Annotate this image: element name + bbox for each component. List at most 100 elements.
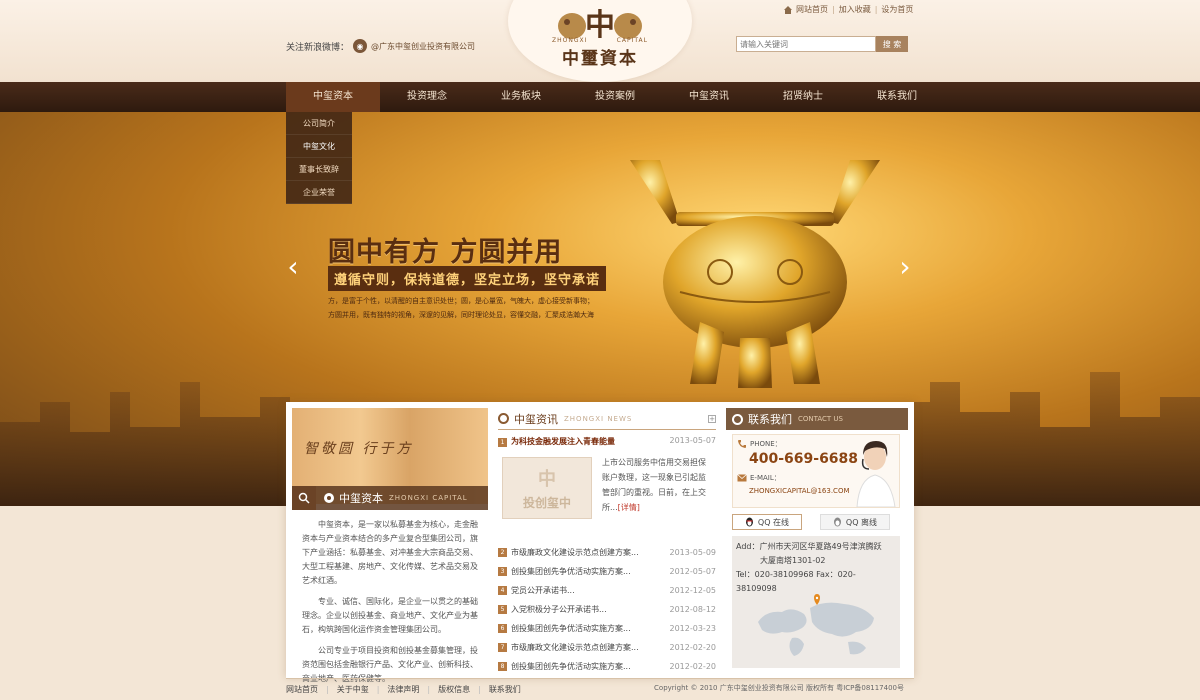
email-address[interactable]: ZHONGXICAPITAL@163.COM [749,487,850,495]
news-header: 中玺资讯 ZHONGXI NEWS + [498,408,716,430]
content-panel: 智敬圆 行于方 中玺资本 ZHONGXI CAPITAL 中玺资本，是一家以私募… [286,402,914,683]
mail-icon [737,474,747,482]
nav-item-zhongxi-capital[interactable]: 中玺资本 [286,82,380,112]
banner-description: 方，是富于个性，以清醒的自主意识处世；圆，是心量宽，气魄大，虚心接受新事物； 方… [328,294,616,322]
about-paragraph: 中玺资本，是一家以私募基金为核心，走金融资本与产业资本结合的多产业复合型集团公司… [302,520,478,585]
nav-item-business[interactable]: 业务板块 [474,82,568,112]
about-header: 中玺资本 ZHONGXI CAPITAL [292,486,488,510]
rank-badge: 6 [498,624,507,633]
contact-section: 联系我们 CONTACT US PHONE： 400-669-6688 E-MA… [726,408,908,678]
rank-badge: 2 [498,548,507,557]
qq-online-button[interactable]: QQ 在线 [732,514,802,530]
weibo-handle[interactable]: @广东中玺创业投资有限公司 [371,41,475,52]
main-nav: 中玺资本 投资理念 业务板块 投资案例 中玺资讯 招贤纳士 联系我们 [0,82,1200,112]
news-item-title[interactable]: 创投集团创先争优活动实施方案... [511,623,670,634]
separator: | [832,5,835,14]
logo-name[interactable]: 中璽資本 [548,44,652,69]
top-links: 网站首页 | 加入收藏 | 设为首页 [784,4,913,15]
about-banner-text: 智敬圆 行于方 [304,441,414,457]
qq-penguin-icon [833,517,841,527]
submenu-item-honors[interactable]: 企业荣誉 [286,181,352,204]
phone-label: PHONE： [737,439,782,449]
weibo-follow: 关注新浪微博： ◉ @广东中玺创业投资有限公司 [286,39,475,53]
nav-item-investment-philosophy[interactable]: 投资理念 [380,82,474,112]
rank-badge: 8 [498,662,507,671]
news-item-date: 2012-12-05 [669,586,717,595]
list-item[interactable]: 3 创投集团创先争优活动实施方案... 2012-05-07 [498,562,716,581]
news-detail-link[interactable]: [详情] [618,503,640,512]
separator: | [874,5,878,14]
nav-item-careers[interactable]: 招贤纳士 [756,82,850,112]
banner-prev-arrow[interactable]: ‹ [284,252,302,282]
copyright-text: Copyright © 2010 广东中玺创业投资有限公司 版权所有 粤ICP备… [654,684,904,692]
news-list: 2 市级廉政文化建设示范点创建方案... 2013-05-09 3 创投集团创先争优活… [498,543,716,676]
top-news-row[interactable]: 1 为科技金融发展注入青春能量 2013-05-07 [498,436,716,447]
more-icon[interactable]: + [708,414,716,423]
contact-title-en: CONTACT US [798,415,843,423]
submenu-item-culture[interactable]: 中玺文化 [286,135,352,158]
news-feature-image[interactable]: 中 投创玺中 [502,457,592,519]
rank-badge: 7 [498,643,507,652]
news-item-title[interactable]: 市级廉政文化建设示范点创建方案... [511,547,670,558]
news-item-date: 2012-02-20 [669,662,717,671]
submenu-item-chairman[interactable]: 董事长致辞 [286,158,352,181]
qq-online-label: QQ 在线 [757,517,790,527]
weibo-icon[interactable]: ◉ [353,39,368,53]
address-line: Add：广州市天河区华夏路49号津滨腾跃 [736,542,882,551]
submenu-item-profile[interactable]: 公司简介 [286,112,352,135]
news-item-date: 2012-03-23 [669,624,717,633]
nav-item-contact[interactable]: 联系我们 [850,82,944,112]
list-item[interactable]: 8 创投集团创先争优活动实施方案... 2012-02-20 [498,657,716,676]
footer-link-about[interactable]: 关于中玺 [337,684,369,695]
qq-offline-label: QQ 离线 [845,517,878,527]
banner-desc-line: 方，是富于个性，以清醒的自主意识处世；圆，是心量宽，气魄大，虚心接受新事物； [328,297,594,305]
list-item[interactable]: 2 市级廉政文化建设示范点创建方案... 2013-05-09 [498,543,716,562]
link-bookmark[interactable]: 加入收藏 [839,4,871,15]
address-box: Add：广州市天河区华夏路49号津滨腾跃 大厦南塔1301-02 Tel：020… [732,536,900,668]
about-text: 中玺资本，是一家以私募基金为核心，走金融资本与产业资本结合的多产业复合型集团公司… [302,518,482,693]
news-item-title[interactable]: 创投集团创先争优活动实施方案... [511,566,670,577]
separator: | [376,685,380,694]
link-home[interactable]: 网站首页 [796,4,828,15]
news-title[interactable]: 中玺资讯 [514,411,558,427]
search-button[interactable]: 搜 索 [876,36,908,52]
nav-item-cases[interactable]: 投资案例 [568,82,662,112]
logo-sub-right: CAPITAL [616,37,648,44]
footer-link-home[interactable]: 网站首页 [286,684,318,695]
nav-item-news[interactable]: 中玺资讯 [662,82,756,112]
news-item-date: 2013-05-09 [669,548,717,557]
list-item[interactable]: 7 市级廉政文化建设示范点创建方案... 2012-02-20 [498,638,716,657]
rank-badge: 1 [498,438,507,447]
list-item[interactable]: 5 入党积极分子公开承诺书... 2012-08-12 [498,600,716,619]
qq-offline-button[interactable]: QQ 离线 [820,514,890,530]
list-item[interactable]: 4 党员公开承诺书... 2012-12-05 [498,581,716,600]
header: 中 ZHONGXI CAPITAL 中璽資本 关注新浪微博： ◉ @广东中玺创业… [0,0,1200,82]
footer: 网站首页 | 关于中玺 | 法律声明 | 版权信息 | 联系我们 Copyrig… [286,678,914,700]
bullet-icon [498,413,509,424]
news-item-date: 2012-02-20 [669,643,717,652]
svg-text:中: 中 [538,468,556,490]
bronze-tripod-image [630,160,880,388]
list-item[interactable]: 6 创投集团创先争优活动实施方案... 2012-03-23 [498,619,716,638]
search-input[interactable] [736,36,876,52]
news-item-title[interactable]: 市级廉政文化建设示范点创建方案... [511,642,670,653]
about-title-en: ZHONGXI CAPITAL [389,494,468,502]
qq-row: QQ 在线 QQ 离线 [732,514,908,530]
top-news-title[interactable]: 为科技金融发展注入青春能量 [511,437,615,446]
footer-link-contact[interactable]: 联系我们 [489,684,521,695]
link-set-homepage[interactable]: 设为首页 [881,4,913,15]
news-item-date: 2012-08-12 [669,605,717,614]
news-item-title[interactable]: 创投集团创先争优活动实施方案... [511,661,670,672]
news-item-title[interactable]: 党员公开承诺书... [511,585,670,596]
footer-link-copyright[interactable]: 版权信息 [438,684,470,695]
follow-label: 关注新浪微博： [286,42,350,53]
contact-title[interactable]: 联系我们 [748,411,792,427]
magnifier-icon [292,486,316,510]
footer-links: 网站首页 | 关于中玺 | 法律声明 | 版权信息 | 联系我们 [286,684,521,695]
search-bar: 搜 索 [736,36,908,52]
about-title[interactable]: 中玺资本 [339,490,383,506]
news-item-title[interactable]: 入党积极分子公开承诺书... [511,604,670,615]
banner-desc-line: 方圆并用，既有独特的视角，深邃的见解，同时理论处显，容懂交融，汇聚成浩瀚大海 [328,311,594,319]
about-section: 智敬圆 行于方 中玺资本 ZHONGXI CAPITAL 中玺资本，是一家以私募… [292,408,488,683]
footer-link-legal[interactable]: 法律声明 [387,684,419,695]
